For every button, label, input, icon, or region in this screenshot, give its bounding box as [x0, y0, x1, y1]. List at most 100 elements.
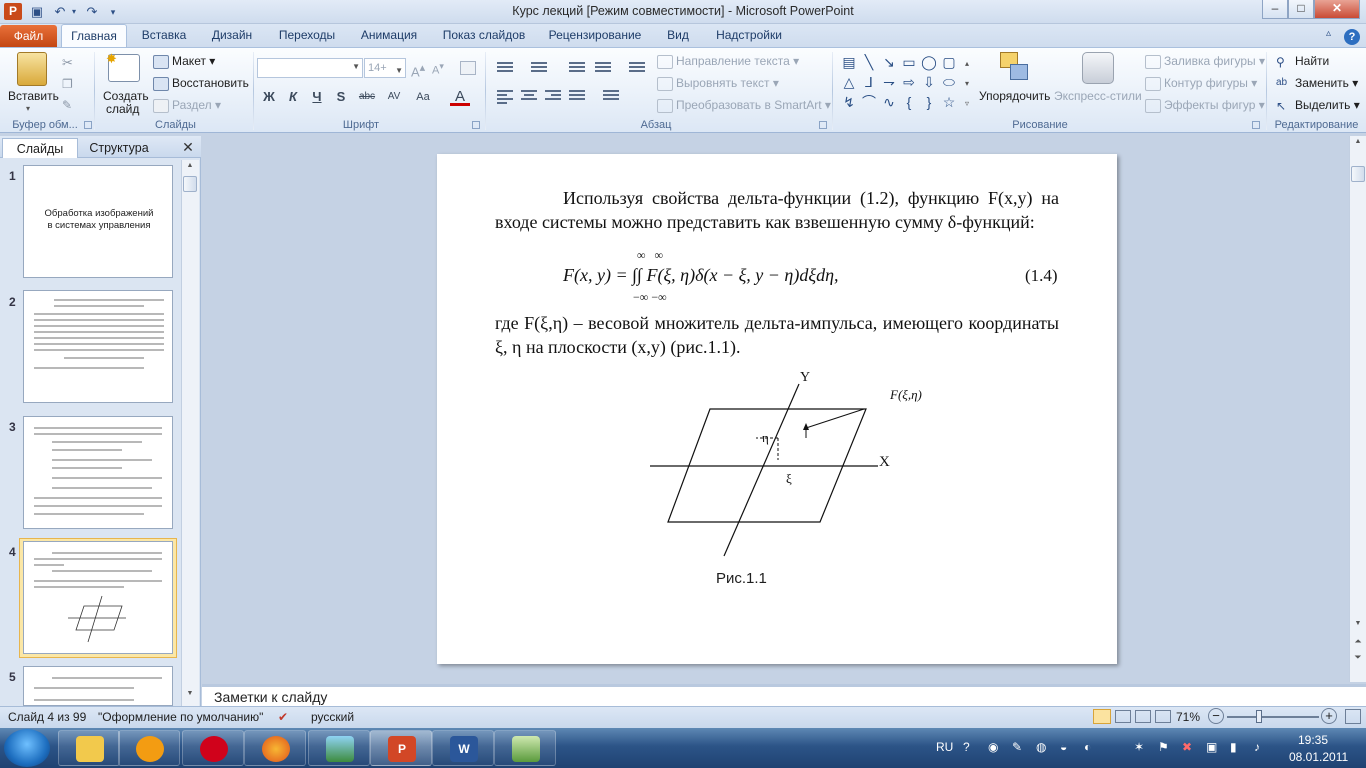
clipboard-launcher-icon[interactable]: [84, 121, 92, 129]
font-launcher-icon[interactable]: [472, 121, 480, 129]
shapes-scroll[interactable]: ▴ ▾ ▿: [961, 54, 973, 114]
start-button[interactable]: [4, 729, 50, 767]
textbox-shape-icon[interactable]: ▤: [840, 53, 858, 71]
star-shape-icon[interactable]: ☆: [940, 93, 958, 111]
convert-smartart-button[interactable]: Преобразовать в SmartArt ▾: [657, 98, 831, 113]
scroll-up-icon[interactable]: ▲: [1351, 138, 1365, 150]
taskbar-explorer[interactable]: [58, 730, 120, 766]
slide-thumbnail-2[interactable]: [23, 290, 173, 403]
layout-button[interactable]: Макет ▾: [153, 54, 215, 69]
tray-device-icon[interactable]: ▣: [1206, 740, 1217, 754]
section-button[interactable]: Раздел ▾: [153, 98, 221, 113]
tray-pen-icon[interactable]: ✎: [1012, 740, 1022, 754]
line-spacing-button[interactable]: [627, 60, 647, 78]
bold-button[interactable]: Ж: [259, 88, 279, 106]
copy-icon[interactable]: ❐: [62, 77, 78, 91]
columns-button[interactable]: [601, 88, 621, 106]
freeform-shape-icon[interactable]: ∿: [880, 93, 898, 111]
paste-icon[interactable]: [17, 52, 47, 86]
help-icon[interactable]: ?: [1344, 29, 1360, 45]
right-brace-icon[interactable]: }: [920, 93, 938, 111]
reading-view-icon[interactable]: [1135, 710, 1151, 723]
elbow-connector-icon[interactable]: ⅃: [860, 73, 878, 91]
font-size-combo[interactable]: 14+ ▼: [364, 58, 406, 78]
cut-icon[interactable]: ✂: [62, 55, 78, 70]
slides-pane-scrollbar[interactable]: ▲ ▼: [181, 160, 199, 706]
tray-alert-icon[interactable]: ✖: [1182, 740, 1192, 754]
scroll-down-icon[interactable]: ▼: [1351, 620, 1365, 632]
scroll-up-icon[interactable]: ▲: [183, 162, 197, 174]
fit-slide-icon[interactable]: [1345, 709, 1361, 724]
theme-name[interactable]: "Оформление по умолчанию": [98, 710, 263, 724]
left-brace-icon[interactable]: {: [900, 93, 918, 111]
text-direction-button[interactable]: Направление текста ▾: [657, 54, 799, 69]
tab-outline[interactable]: Структура: [80, 138, 158, 158]
tab-transitions[interactable]: Переходы: [272, 24, 342, 47]
taskbar-word[interactable]: W: [432, 730, 494, 766]
oval-shape-icon[interactable]: ◯: [920, 53, 938, 71]
align-right-button[interactable]: [543, 88, 563, 106]
justify-button[interactable]: [567, 88, 587, 106]
tab-slides[interactable]: Слайды: [2, 138, 78, 158]
rectangle-shape-icon[interactable]: ▭: [900, 53, 918, 71]
tray-network-icon[interactable]: ◒: [1060, 740, 1067, 754]
tab-slideshow[interactable]: Показ слайдов: [436, 24, 532, 47]
decrease-indent-button[interactable]: [567, 60, 587, 78]
elbow-arrow-icon[interactable]: ⇁: [880, 73, 898, 91]
tab-insert[interactable]: Вставка: [134, 24, 194, 47]
tray-flag-icon[interactable]: ⚑: [1158, 740, 1169, 754]
drawing-launcher-icon[interactable]: [1252, 121, 1260, 129]
clock-date[interactable]: 08.01.2011: [1289, 750, 1348, 764]
scroll-down-icon[interactable]: ▼: [183, 690, 197, 702]
clock-time[interactable]: 19:35: [1298, 733, 1328, 747]
font-color-button[interactable]: A: [450, 88, 470, 106]
taskbar-picture-viewer[interactable]: [308, 730, 370, 766]
rounded-rect-shape-icon[interactable]: ▢: [940, 53, 958, 71]
shape-outline-button[interactable]: Контур фигуры ▾: [1145, 76, 1257, 91]
zoom-slider[interactable]: [1227, 716, 1319, 718]
line-shape-icon[interactable]: ╲: [860, 53, 878, 71]
previous-slide-icon[interactable]: ⏶: [1351, 636, 1365, 650]
rounded-shape-icon[interactable]: ⬭: [940, 73, 958, 91]
slide-thumbnail-3[interactable]: [23, 416, 173, 529]
quick-styles-icon[interactable]: [1082, 52, 1114, 84]
slide-paragraph-1[interactable]: Используя свойства дельта-функции (1.2),…: [495, 186, 1059, 234]
arc-shape-icon[interactable]: ⌒: [860, 93, 878, 111]
slideshow-view-icon[interactable]: [1155, 710, 1171, 723]
arrow-shape-icon[interactable]: ↘: [880, 53, 898, 71]
character-spacing-button[interactable]: AV: [383, 88, 405, 106]
change-case-button[interactable]: Aa: [411, 88, 435, 106]
shapes-gallery[interactable]: ▤ ╲ ↘ ▭ ◯ ▢ △ ⅃ ⇁ ⇨ ⇩ ⬭ ↯ ⌒ ∿ { } ☆: [840, 53, 958, 113]
reset-button[interactable]: Восстановить: [153, 76, 249, 91]
scrollbar-thumb[interactable]: [183, 176, 197, 192]
language-indicator[interactable]: русский: [311, 710, 354, 724]
clear-formatting-icon[interactable]: [460, 61, 476, 75]
next-slide-icon[interactable]: ⏷: [1351, 652, 1365, 666]
tab-home[interactable]: Главная: [61, 24, 127, 48]
tab-animation[interactable]: Анимация: [352, 24, 426, 47]
taskbar-opera[interactable]: [182, 730, 244, 766]
down-arrow-shape-icon[interactable]: ⇩: [920, 73, 938, 91]
numbering-button[interactable]: [529, 60, 549, 78]
notes-placeholder[interactable]: Заметки к слайду: [214, 689, 327, 705]
minimize-button[interactable]: –: [1262, 0, 1288, 19]
format-painter-icon[interactable]: ✎: [62, 98, 78, 112]
arrange-icon[interactable]: [1000, 52, 1030, 84]
normal-view-icon[interactable]: [1093, 709, 1111, 724]
notes-pane[interactable]: [202, 684, 1366, 706]
triangle-shape-icon[interactable]: △: [840, 73, 858, 91]
taskbar-media-player[interactable]: [118, 730, 180, 766]
slide-thumbnail-4[interactable]: [23, 541, 173, 654]
taskbar-network-tool[interactable]: [494, 730, 556, 766]
close-pane-icon[interactable]: ✕: [180, 139, 196, 155]
taskbar-firefox[interactable]: [244, 730, 306, 766]
increase-indent-button[interactable]: [593, 60, 613, 78]
tray-dvd-icon[interactable]: ◉: [988, 740, 998, 754]
tab-file[interactable]: Файл: [0, 25, 57, 47]
shape-effects-button[interactable]: Эффекты фигур ▾: [1145, 98, 1265, 113]
select-button[interactable]: ↖ Выделить ▾: [1276, 98, 1360, 113]
strikethrough-button[interactable]: abc: [355, 88, 379, 106]
new-slide-button-line2[interactable]: слайд: [106, 102, 139, 116]
bullets-button[interactable]: [495, 60, 515, 78]
arrange-button[interactable]: Упорядочить: [979, 89, 1050, 103]
